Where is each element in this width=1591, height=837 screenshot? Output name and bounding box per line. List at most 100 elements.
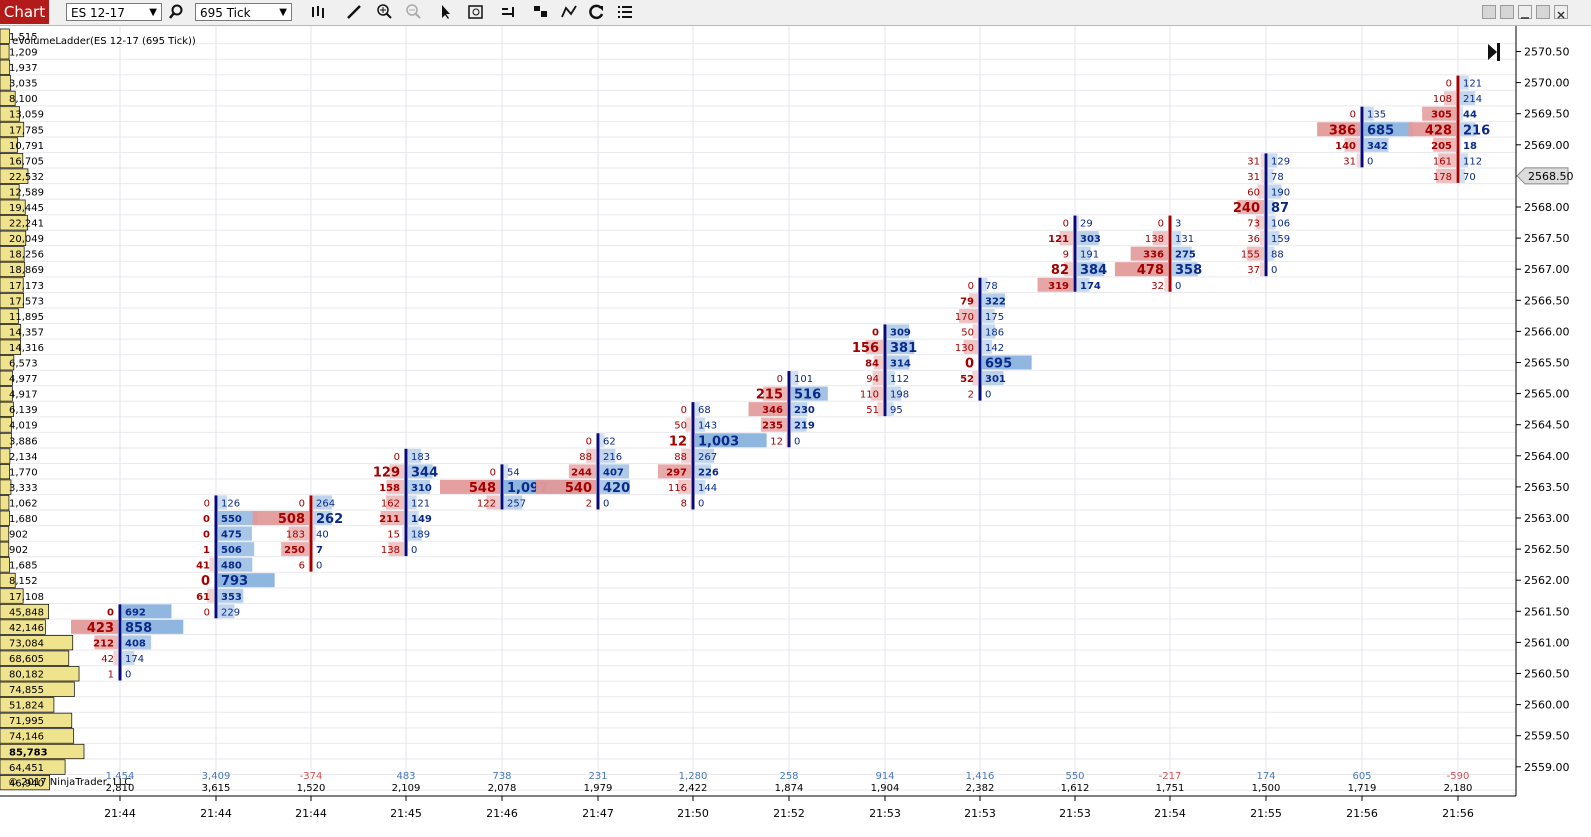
price-label: 2559.50 [1524,730,1570,743]
bid-volume-label: 12 [669,434,687,449]
bar-delta-label: -374 [300,771,323,782]
ask-volume-label: 358 [1175,263,1202,278]
price-bar-body [500,464,504,510]
ask-volume-label: 314 [890,359,911,370]
data-box-icon[interactable] [467,4,485,20]
ask-volume-label: 78 [1271,172,1284,183]
time-label: 21:45 [390,807,422,820]
ask-volume-label: 0 [1367,156,1373,167]
volume-profile-bar [0,495,10,511]
bid-volume-label: 82 [1051,263,1069,278]
volume-profile-label: 1,937 [9,63,38,74]
volume-profile-label: 64,451 [9,763,44,774]
volume-profile-label: 18,869 [9,265,44,276]
minimize-button[interactable] [1518,5,1532,19]
search-icon[interactable] [168,4,186,20]
ask-volume-bar [1077,215,1080,230]
bar-delta-label: 1,416 [966,771,995,782]
price-label: 2564.50 [1524,419,1570,432]
chart-panel[interactable]: 1,5151,2091,9373,0358,10013,05917,78510,… [0,26,1591,837]
volume-profile-label: 74,146 [9,732,44,743]
bid-volume-label: 508 [278,512,305,527]
price-bar-body [787,371,791,448]
current-price-label: 2568.50 [1528,170,1574,183]
ask-volume-label: 129 [1271,156,1290,167]
bar-delta-label: 914 [875,771,894,782]
zoom-out-icon[interactable] [404,4,422,20]
bid-volume-label: 428 [1425,123,1452,138]
window-button-1[interactable] [1482,5,1496,19]
bid-volume-bar [1356,153,1360,168]
bar-volume-label: 2,109 [392,783,421,794]
bid-volume-label: 178 [1433,172,1452,183]
maximize-button[interactable] [1536,5,1550,19]
bid-volume-label: 6 [299,561,305,572]
time-label: 21:47 [582,807,614,820]
time-label: 21:56 [1346,807,1378,820]
bid-volume-label: 0 [201,574,210,589]
volume-profile-label: 1,680 [9,514,38,525]
bar-type-selector[interactable]: 695 Tick ▼ [195,3,292,21]
volume-profile-label: 3,035 [9,79,38,90]
bid-volume-label: 73 [1247,219,1260,230]
strategies-icon[interactable] [532,4,550,20]
price-label: 2570.00 [1524,77,1570,90]
ask-volume-label: 0 [1175,281,1181,292]
indicator-title: eVolumeLadder(ES 12-17 (695 Tick)) [12,36,196,47]
drawing-tools-icon[interactable] [560,4,578,20]
cursor-icon[interactable] [437,4,455,20]
volume-profile-label: 17,108 [9,592,44,603]
ask-volume-label: 420 [603,481,630,496]
volume-profile-label: 11,895 [9,312,44,323]
instrument-selector[interactable]: ES 12-17 ▼ [66,3,162,21]
price-bar-body [118,604,122,681]
price-label: 2568.00 [1524,201,1570,214]
ask-volume-label: 142 [985,343,1004,354]
bid-volume-label: 60 [1247,187,1260,198]
zoom-in-icon[interactable] [375,4,393,20]
volume-profile-label: 51,824 [9,701,44,712]
bar-delta-label: 550 [1065,771,1084,782]
volume-profile-label: 6,139 [9,405,38,416]
price-label: 2562.50 [1524,543,1570,556]
bid-volume-label: 0 [203,514,210,525]
ask-volume-label: 144 [698,483,717,494]
bid-volume-label: 41 [196,561,210,572]
volume-profile-label: 17,573 [9,296,44,307]
indicators-icon[interactable] [500,4,518,20]
ask-volume-label: 87 [1271,201,1289,216]
bid-volume-bar [1260,153,1264,168]
close-button[interactable] [1554,5,1568,19]
bid-volume-label: 88 [674,452,687,463]
ask-volume-label: 685 [1367,123,1394,138]
bar-volume-label: 1,904 [871,783,900,794]
volume-profile-label: 10,791 [9,141,44,152]
volume-profile-label: 1,685 [9,561,38,572]
bid-volume-bar [402,526,404,541]
chart-tab[interactable]: Chart [0,0,49,24]
bid-volume-label: 244 [571,467,592,478]
refresh-icon[interactable] [588,4,606,20]
bid-volume-label: 0 [1350,110,1356,121]
volume-profile-label: 85,783 [9,747,48,758]
time-label: 21:53 [869,807,901,820]
bid-volume-label: 156 [852,341,879,356]
ask-volume-label: 0 [603,498,609,509]
ask-volume-label: 62 [603,436,616,447]
time-label: 21:55 [1250,807,1282,820]
bid-volume-label: 211 [379,514,400,525]
bar-style-icon[interactable] [309,4,327,20]
bar-volume-label: 2,180 [1444,783,1473,794]
chevron-down-icon: ▼ [279,7,287,18]
bid-volume-label: 8 [681,498,687,509]
volume-profile-label: 17,173 [9,281,44,292]
bid-volume-label: 0 [872,327,879,338]
volume-profile-label: 18,256 [9,250,44,261]
pencil-icon[interactable] [345,4,363,20]
price-bar-body [1456,75,1460,183]
properties-list-icon[interactable] [616,4,634,20]
price-bar-body [691,402,695,510]
window-button-2[interactable] [1500,5,1514,19]
ask-volume-label: 88 [1271,250,1284,261]
ask-volume-label: 174 [125,654,144,665]
